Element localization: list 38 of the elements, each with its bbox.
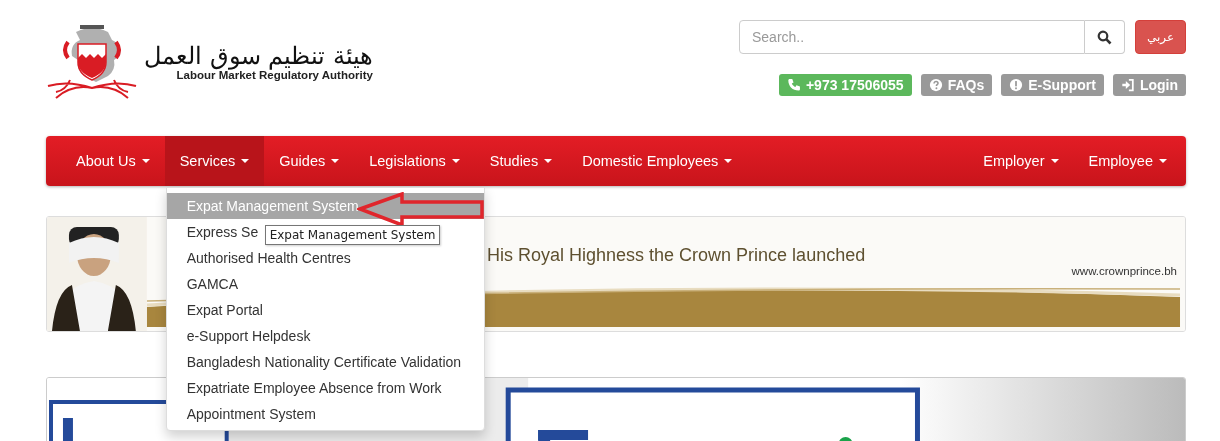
nav-tab[interactable]: Domestic Employees xyxy=(567,136,748,186)
nav-tab[interactable]: Guides xyxy=(264,136,355,186)
login-button[interactable]: Login xyxy=(1112,74,1186,96)
faq-button[interactable]: FAQs xyxy=(920,74,993,96)
menu-item[interactable]: Expatriate Employee Absence from Work xyxy=(166,375,484,401)
support-button[interactable]: E-Support xyxy=(1001,74,1104,96)
caret-icon xyxy=(451,159,460,163)
nav-tab[interactable]: Services xyxy=(164,136,265,186)
sign-in-icon xyxy=(1120,78,1135,92)
menu-item[interactable]: Appointment System xyxy=(166,401,484,427)
logo-arabic-text: هيئة تنظيم سوق العمل xyxy=(144,42,373,70)
menu-item[interactable]: Authorised Health Centres xyxy=(166,245,484,271)
caret-icon xyxy=(1159,159,1167,163)
search-field[interactable]: Search.. xyxy=(739,20,1085,54)
nav-tab[interactable]: Studies xyxy=(474,136,568,186)
nav-tab[interactable]: Employer xyxy=(968,136,1074,186)
caret-icon xyxy=(241,159,250,163)
exclamation-icon xyxy=(1009,78,1024,92)
banner-headline: His Royal Highness the Crown Prince launched xyxy=(487,245,866,266)
search-icon xyxy=(1097,29,1112,45)
nav-tab[interactable]: About Us xyxy=(61,136,165,186)
caret-icon xyxy=(331,159,340,163)
caret-icon xyxy=(724,159,733,163)
nav-tab[interactable]: Employee xyxy=(1073,136,1182,186)
caret-icon xyxy=(1050,159,1059,163)
search-button[interactable] xyxy=(1085,20,1125,54)
phone-icon xyxy=(786,78,801,92)
caret-icon xyxy=(544,159,553,163)
banner-url: www.crownprince.bh xyxy=(1071,265,1177,277)
menu-item[interactable]: Bangladesh Nationality Certificate Validation xyxy=(166,349,484,375)
menu-item[interactable]: e-Support Helpdesk xyxy=(166,323,484,349)
menu-item[interactable]: GAMCA xyxy=(166,271,484,297)
question-icon xyxy=(928,78,943,92)
tooltip: Expat Management System xyxy=(264,225,441,245)
nav-tab[interactable]: Legislations xyxy=(354,136,475,186)
emblem-icon xyxy=(46,22,138,102)
language-button[interactable]: عربي xyxy=(1135,20,1186,54)
caret-icon xyxy=(141,159,150,163)
